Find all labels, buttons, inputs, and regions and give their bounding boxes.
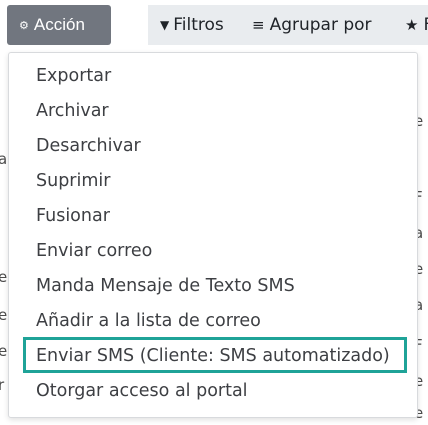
background-fragment: r [0,376,5,394]
menu-item-fusionar[interactable]: Fusionar [9,199,417,232]
favorites-button[interactable]: ★ F [393,5,428,45]
star-icon: ★ [405,16,419,34]
menu-item-suprimir[interactable]: Suprimir [9,164,417,197]
menu-item-enviar-correo[interactable]: Enviar correo [9,234,417,267]
menu-item-archivar[interactable]: Archivar [9,94,417,127]
group-by-button[interactable]: ≡ Agrupar por [240,5,393,45]
menu-item-manda-sms[interactable]: Manda Mensaje de Texto SMS [9,269,417,302]
menu-item-exportar[interactable]: Exportar [9,59,417,92]
list-icon: ≡ [252,16,265,34]
page: i e F a e a F e e a e e e r ⚙ Acción ▼ F… [0,0,428,425]
background-fragment: e [0,342,8,360]
menu-item-anadir-lista-correo[interactable]: Añadir a la lista de correo [9,304,417,337]
action-button-label: Acción [33,15,85,34]
favorites-label: F [423,15,428,35]
gear-icon: ⚙ [19,19,29,32]
filters-button[interactable]: ▼ Filtros [148,5,240,45]
action-dropdown-menu: Exportar Archivar Desarchivar Suprimir F… [8,52,418,418]
filter-icon: ▼ [160,18,170,32]
group-by-label: Agrupar por [269,15,372,35]
menu-item-desarchivar[interactable]: Desarchivar [9,129,417,162]
action-dropdown-button[interactable]: ⚙ Acción [7,5,111,45]
background-fragment: e [0,268,8,286]
background-fragment: e [0,306,8,324]
background-fragment: a [0,150,8,168]
control-panel-toolbar: ⚙ Acción ▼ Filtros ≡ Agrupar por ★ F [0,0,428,50]
filters-label: Filtros [173,15,224,35]
menu-item-enviar-sms-automatizado[interactable]: Enviar SMS (Cliente: SMS automatizado) [9,337,417,373]
menu-item-otorgar-acceso-portal[interactable]: Otorgar acceso al portal [9,374,417,407]
background-list-left-edge: a e e e r [0,140,8,420]
